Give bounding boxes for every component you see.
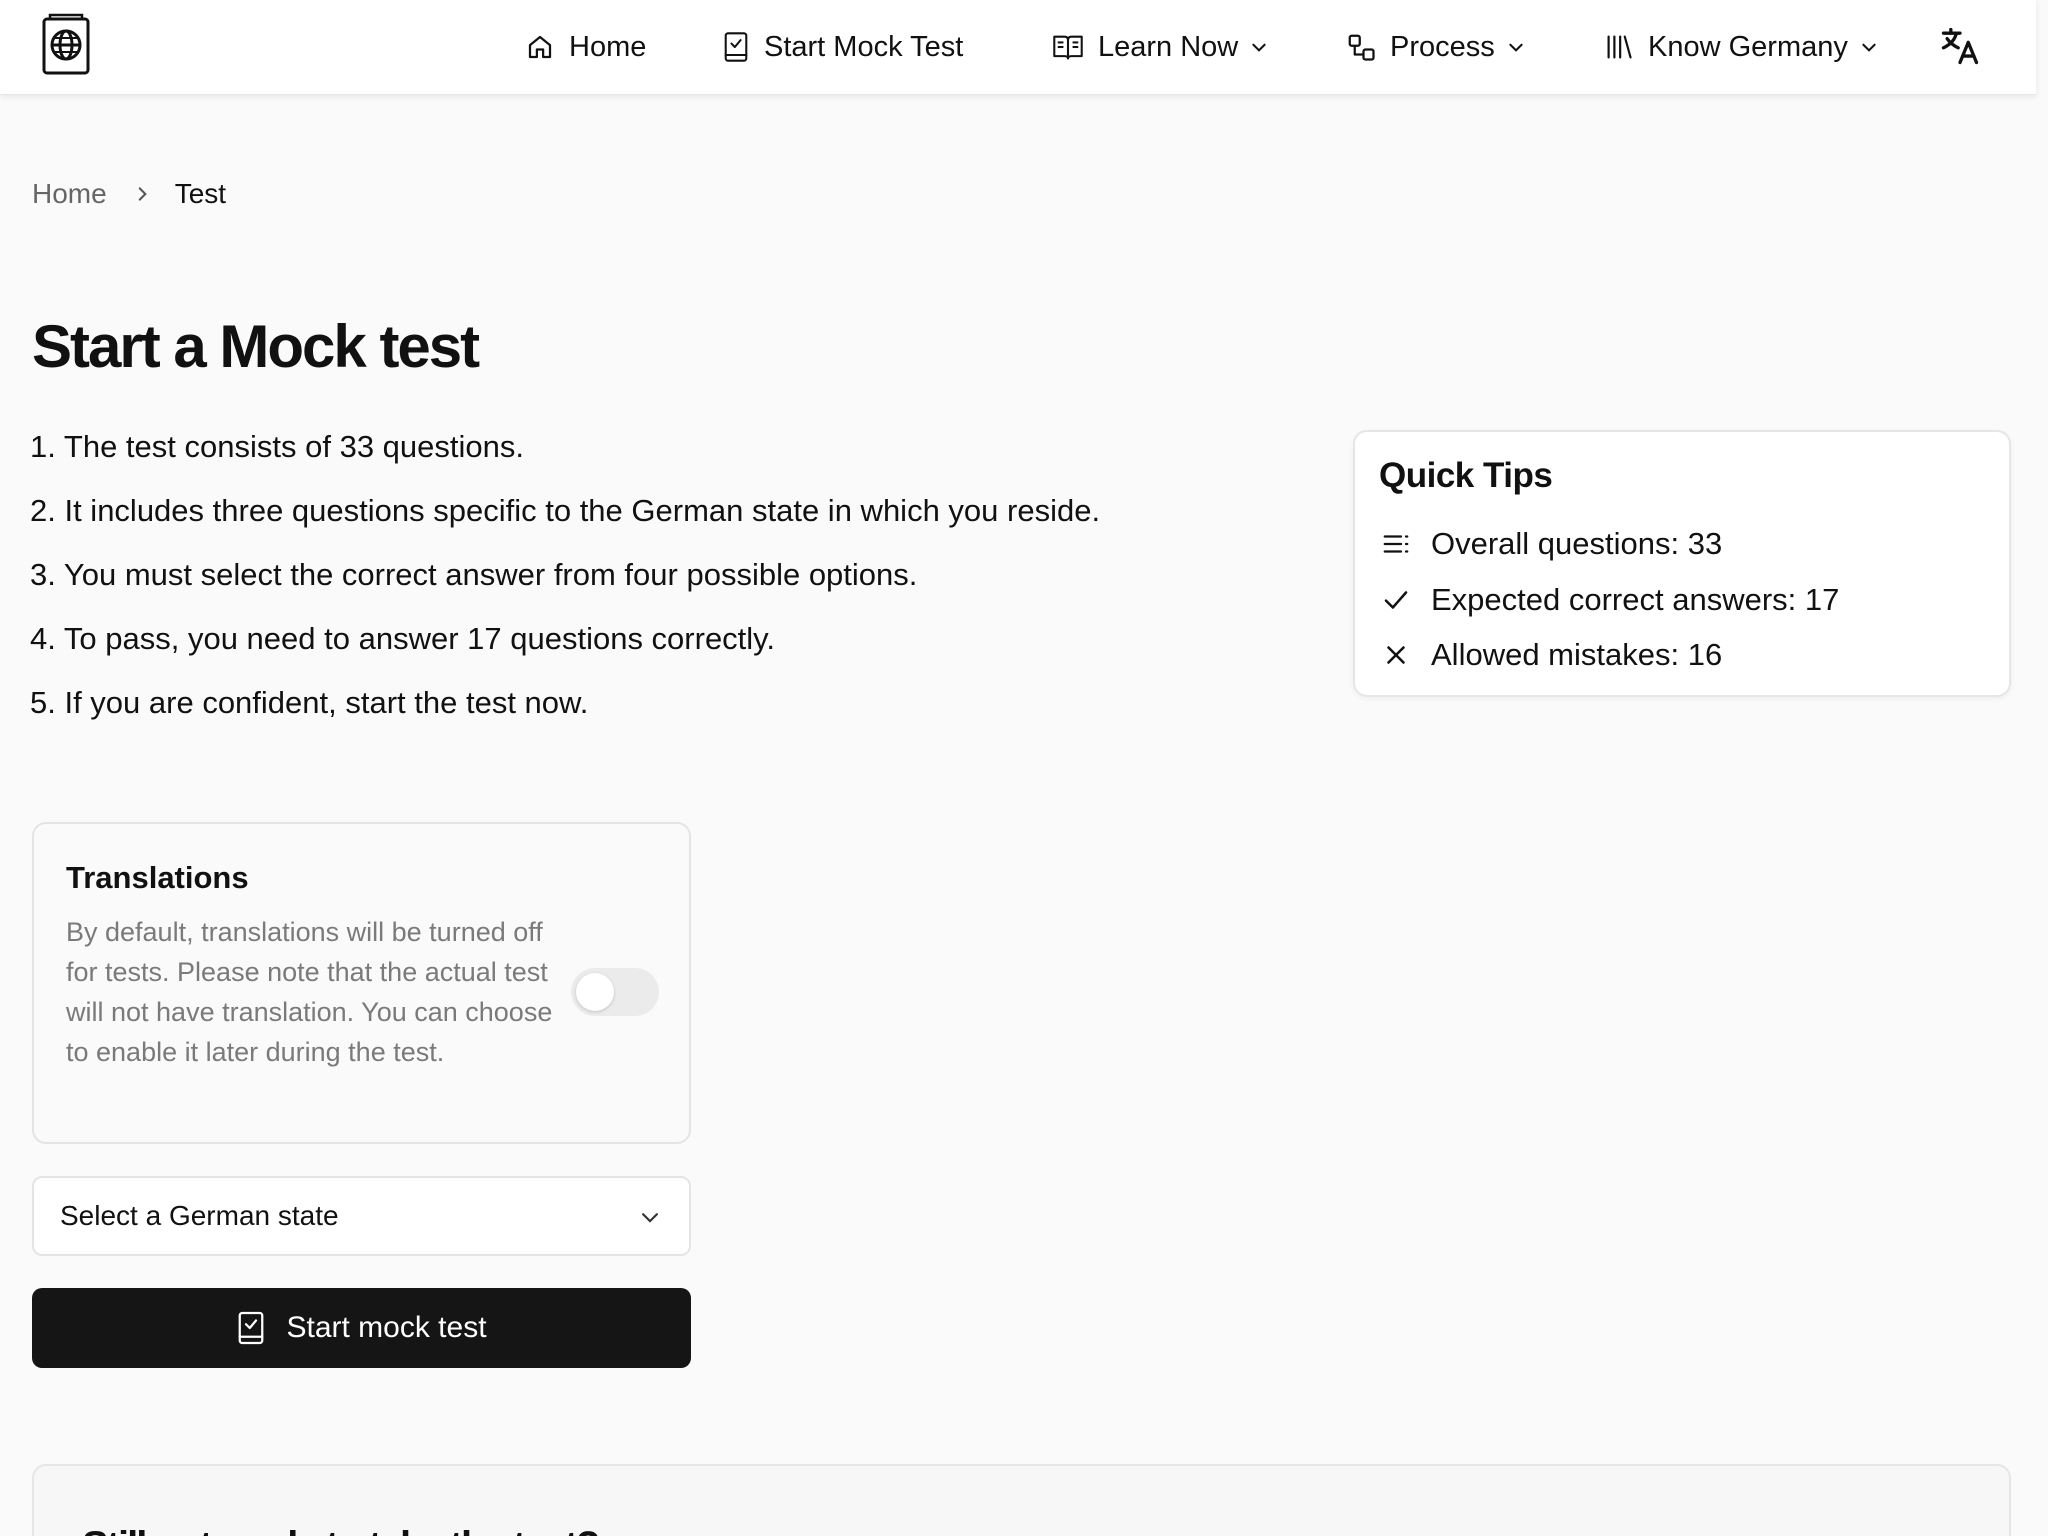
close-icon (1387, 646, 1405, 664)
nav-home[interactable]: Home (525, 20, 646, 74)
passport-logo-icon[interactable] (41, 13, 91, 75)
language-switch-button[interactable] (1938, 24, 1986, 72)
nav-learn-now[interactable]: Learn Now (1052, 20, 1268, 74)
translations-toggle[interactable] (571, 968, 659, 1016)
start-mock-test-label: Start mock test (286, 1311, 487, 1344)
chevron-right-icon (133, 185, 151, 203)
not-ready-title: Still not ready to take the test? (82, 1524, 600, 1536)
german-state-select-placeholder: Select a German state (60, 1200, 339, 1231)
tip-text: Expected correct answers: 17 (1431, 582, 1840, 617)
page-title: Start a Mock test (32, 313, 480, 380)
chevron-down-icon (1862, 43, 1876, 52)
breadcrumb: Home Test (32, 174, 226, 214)
page: Home Start Mock Test Learn Now Process K… (0, 0, 2048, 1536)
tip-text: Overall questions: 33 (1431, 526, 1723, 561)
instruction-item: 2. It includes three questions specific … (30, 493, 1101, 528)
nav-process-label: Process (1390, 30, 1495, 63)
chevron-down-icon (1252, 43, 1266, 52)
check-icon (1384, 591, 1408, 609)
tip-text: Allowed mistakes: 16 (1431, 637, 1723, 672)
nav-start-mock-test-label: Start Mock Test (764, 30, 964, 63)
instructions-list: 1. The test consists of 33 questions. 2.… (30, 428, 1280, 748)
not-ready-card: Still not ready to take the test? (32, 1464, 2011, 1536)
quick-tips-card: Quick Tips Overall questions: 33 Expecte… (1353, 430, 2011, 697)
nav-know-germany[interactable]: Know Germany (1604, 20, 1878, 74)
breadcrumb-current: Test (174, 178, 227, 209)
nav-learn-now-label: Learn Now (1098, 30, 1239, 63)
nav-home-label: Home (569, 30, 647, 63)
checklist-icon (724, 32, 748, 62)
breadcrumb-home-link[interactable]: Home (32, 178, 107, 210)
tip-overall-questions: Overall questions: 33 (1381, 524, 1722, 564)
translations-title: Translations (66, 860, 249, 895)
german-state-select[interactable]: Select a German state (32, 1176, 691, 1256)
start-mock-test-button[interactable]: Start mock test (32, 1288, 691, 1368)
chevron-down-icon (642, 1213, 658, 1223)
nav-process[interactable]: Process (1346, 20, 1525, 74)
nav-start-mock-test[interactable]: Start Mock Test (722, 20, 963, 74)
instruction-item: 4. To pass, you need to answer 17 questi… (30, 621, 775, 656)
process-icon (1348, 34, 1375, 61)
tip-expected-correct: Expected correct answers: 17 (1381, 580, 1839, 620)
quick-tips-title: Quick Tips (1379, 456, 1553, 495)
home-icon (528, 35, 552, 59)
open-book-icon (1053, 35, 1083, 60)
toggle-knob (576, 973, 614, 1011)
chevron-down-icon (1509, 43, 1523, 52)
checklist-icon (239, 1311, 264, 1345)
nav-know-germany-label: Know Germany (1648, 30, 1848, 63)
instruction-item: 3. You must select the correct answer fr… (30, 557, 918, 592)
translations-description: By default, translations will be turned … (66, 917, 553, 1067)
library-icon (1607, 35, 1632, 59)
tip-allowed-mistakes: Allowed mistakes: 16 (1381, 635, 1722, 675)
top-navbar: Home Start Mock Test Learn Now Process K… (0, 0, 2036, 95)
list-icon (1383, 535, 1409, 553)
translations-card: Translations By default, translations wi… (32, 822, 691, 1144)
instruction-item: 1. The test consists of 33 questions. (30, 429, 524, 464)
instruction-item: 5. If you are confident, start the test … (30, 685, 589, 720)
translate-icon (1941, 27, 1979, 65)
